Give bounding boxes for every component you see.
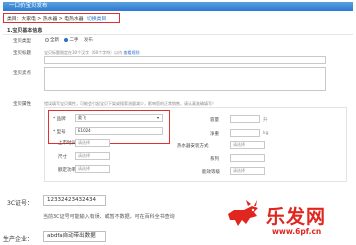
title-input[interactable]	[44, 56, 326, 64]
desc-label: 宝贝卖点	[13, 71, 31, 76]
maker-label: 生产企业：	[3, 236, 34, 243]
maker-input[interactable]: abdfa自动带出数据	[43, 231, 106, 242]
type-option-used: 二手	[69, 38, 79, 43]
rules-link[interactable]: 查看规则	[123, 50, 139, 55]
heater-select[interactable]: 请选择	[230, 141, 265, 149]
radio-used[interactable]	[64, 37, 69, 42]
capacity-input[interactable]	[230, 115, 260, 123]
radio-new[interactable]	[45, 37, 49, 42]
header-bar: 一口价宝贝发布	[3, 2, 353, 11]
energy-label: 能效等级	[202, 170, 220, 175]
model-input[interactable]: E1024	[75, 127, 163, 135]
desc-textarea[interactable]	[44, 67, 326, 91]
divider	[3, 34, 353, 35]
watermark-brand: 乐发网	[266, 206, 327, 228]
bull-logo-icon	[228, 200, 258, 226]
brand-select[interactable]: 奥飞 ▾	[75, 114, 163, 122]
gap	[0, 186, 356, 189]
watermark: 乐发网 www.6pf.cn	[220, 194, 352, 244]
launch-label: 上市时间	[58, 141, 76, 146]
size-label: 尺寸	[58, 155, 67, 160]
chevron-down-icon: ▾	[156, 115, 159, 120]
series-label: 系列	[210, 157, 219, 162]
size-select[interactable]: 请选择	[75, 152, 110, 160]
category-path: 类目：大家电 > 热水器 > 电热水器	[7, 17, 84, 22]
attr-label: 宝贝属性	[13, 102, 31, 107]
type-option-new: 全新	[50, 38, 59, 43]
launch-select[interactable]: 请选择	[75, 139, 110, 147]
watermark-site: www.6pf.cn	[272, 227, 322, 236]
ccc-label: 3C证号：	[7, 200, 34, 207]
capacity-unit: 升	[263, 118, 268, 123]
brand-label: * 品牌	[53, 117, 66, 122]
type-extra: 发布	[83, 38, 93, 43]
type-label: 宝贝类型	[13, 39, 31, 44]
net-weight-input[interactable]	[230, 129, 260, 137]
section-title-basic: 1.宝贝基本信息	[7, 28, 43, 34]
ccc-input[interactable]: 12332423432434	[43, 195, 106, 206]
series-select[interactable]	[230, 154, 265, 162]
power-select[interactable]: 请选择	[75, 165, 110, 173]
net-weight-label: 净重	[210, 132, 219, 137]
title-label: 宝贝标题	[13, 51, 31, 56]
page-title: 一口价宝贝发布	[9, 3, 48, 9]
power-label: 额定功率	[58, 168, 76, 173]
energy-select[interactable]: 请选择	[230, 167, 265, 175]
heater-label: 热水器安装方式	[177, 144, 209, 149]
type-options: 全新 二手 发布	[44, 37, 93, 43]
ccc-notice: 当前3C证号可能输入有误、或暂不数据，可在百科全书查询	[43, 214, 175, 220]
model-label: * 型号	[53, 130, 66, 135]
net-weight-unit: kg	[263, 131, 269, 136]
capacity-label: 容量	[210, 118, 219, 123]
breadcrumb: 类目：大家电 > 热水器 > 电热水器 切换类目	[7, 15, 106, 22]
switch-category-link[interactable]: 切换类目	[87, 17, 106, 22]
